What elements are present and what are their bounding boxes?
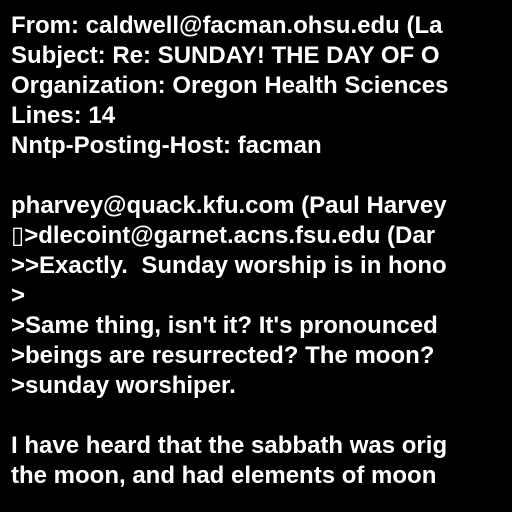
header-from: From: caldwell@facman.ohsu.edu (La: [11, 12, 443, 39]
body-attribution-outer: pharvey@quack.kfu.com (Paul Harvey: [11, 192, 447, 219]
header-subject: Subject: Re: SUNDAY! THE DAY OF O: [11, 42, 440, 69]
body-reply-line: I have heard that the sabbath was orig: [11, 432, 448, 459]
body-quote-line: >sunday worshiper.: [11, 372, 236, 399]
body-quote-line: >beings are resurrected? The moon?: [11, 342, 435, 369]
header-organization: Organization: Oregon Health Sciences: [11, 72, 449, 99]
body-reply-line: the moon, and had elements of moon: [11, 462, 437, 489]
body-quote-line: >Same thing, isn't it? It's pronounced: [11, 312, 438, 339]
header-posting-host: Nntp-Posting-Host: facman: [11, 132, 322, 159]
email-message-view: From: caldwell@facman.ohsu.edu (La Subje…: [0, 0, 512, 512]
body-quote-line: >: [11, 282, 26, 309]
body-attribution-inner: ▯>dlecoint@garnet.acns.fsu.edu (Dar: [11, 222, 436, 249]
header-lines: Lines: 14: [11, 102, 116, 129]
body-quote-line: >>Exactly. Sunday worship is in hono: [11, 252, 447, 279]
